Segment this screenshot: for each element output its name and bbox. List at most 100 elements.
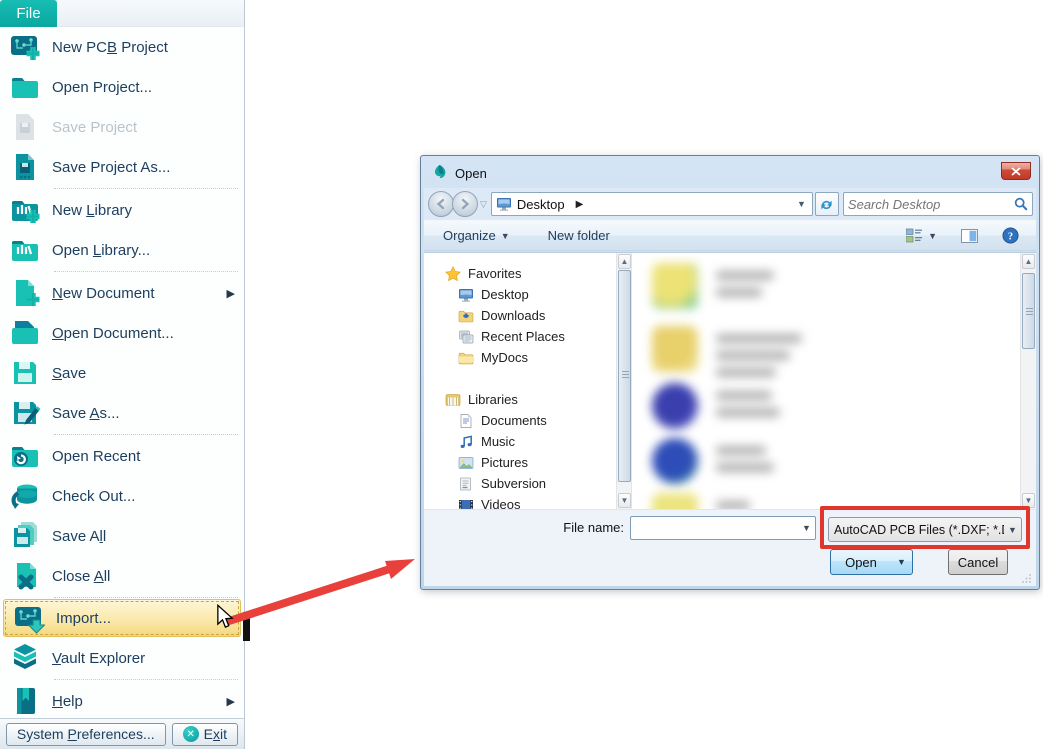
sidebar-item-pictures[interactable]: Pictures	[424, 452, 616, 473]
menu-item-new-library[interactable]: New Library	[0, 190, 244, 230]
save-project-as-icon	[8, 150, 42, 184]
menu-item-label: Open Recent	[52, 447, 141, 465]
file-list-item-blurred[interactable]	[652, 326, 802, 385]
file-name-label: File name:	[563, 520, 624, 535]
menu-item-save-as[interactable]: Save As...	[0, 393, 244, 433]
scroll-down-icon[interactable]: ▼	[618, 493, 631, 508]
help-button[interactable]: ?	[995, 224, 1026, 247]
menu-item-open-project[interactable]: Open Project...	[0, 67, 244, 107]
file-type-dropdown-icon[interactable]: ▼	[1004, 518, 1021, 541]
file-list-item-blurred[interactable]	[652, 263, 774, 309]
sidebar-item-desktop[interactable]: Desktop	[424, 284, 616, 305]
menu-item-save-project: Save Project	[0, 107, 244, 147]
address-dropdown-icon[interactable]: ▼	[797, 199, 808, 209]
cancel-button[interactable]: Cancel	[948, 549, 1008, 575]
preview-pane-button[interactable]	[954, 226, 985, 246]
address-bar[interactable]: Desktop ▶ ▼	[490, 192, 813, 216]
file-name-combo[interactable]: ▼	[630, 516, 816, 540]
refresh-button[interactable]	[814, 192, 839, 216]
scroll-down-icon[interactable]: ▼	[1022, 493, 1035, 508]
search-input[interactable]	[847, 196, 1014, 212]
file-list-scrollbar[interactable]: ▲ ▼	[1020, 253, 1036, 509]
file-name-dropdown-icon[interactable]: ▼	[798, 517, 815, 539]
file-type-value: AutoCAD PCB Files (*.DXF; *.DV	[834, 522, 1004, 537]
menu-item-open-document[interactable]: Open Document...	[0, 313, 244, 353]
menu-item-new-pcb-project[interactable]: New PCB Project	[0, 27, 244, 67]
file-list[interactable]	[632, 253, 1020, 509]
file-name-input[interactable]	[631, 520, 798, 536]
forward-button[interactable]	[452, 191, 478, 217]
dialog-title-bar[interactable]: Open	[424, 159, 1036, 188]
exit-button[interactable]: ✕ Exit	[171, 722, 238, 746]
address-location[interactable]: Desktop	[517, 197, 565, 212]
sidebar-item-documents[interactable]: Documents	[424, 410, 616, 431]
menu-item-help[interactable]: Help ▶	[0, 681, 244, 718]
search-icon[interactable]	[1014, 197, 1028, 211]
menu-item-label: Save As...	[52, 404, 120, 422]
downloads-icon	[458, 308, 474, 324]
check-out-icon	[8, 479, 42, 513]
menu-item-label: Save	[52, 364, 87, 382]
organize-caret-icon: ▼	[500, 230, 510, 241]
scrollbar-thumb[interactable]	[1022, 273, 1035, 349]
back-button[interactable]	[428, 191, 454, 217]
menu-item-save-project-as[interactable]: Save Project As...	[0, 147, 244, 187]
menu-item-new-document[interactable]: New Document ▶	[0, 273, 244, 313]
sidebar-item-label: Favorites	[468, 266, 522, 281]
resize-grip[interactable]	[1022, 573, 1032, 583]
menu-item-close-all[interactable]: Close All	[0, 556, 244, 596]
libraries-icon	[445, 392, 461, 408]
menu-item-vault-explorer[interactable]: Vault Explorer	[0, 638, 244, 678]
menu-item-save-all[interactable]: Save All	[0, 516, 244, 556]
system-preferences-button[interactable]: System Preferences...	[5, 722, 166, 746]
menu-item-open-library[interactable]: Open Library...	[0, 230, 244, 270]
menu-item-label: New Document	[52, 284, 155, 302]
recent-pages-chevron-icon[interactable]: ▽	[480, 199, 487, 210]
sidebar-item-label: Documents	[481, 413, 547, 428]
sidebar-item-music[interactable]: Music	[424, 431, 616, 452]
sidebar-item-videos[interactable]: Videos	[424, 494, 616, 509]
organize-button[interactable]: Organize ▼	[436, 225, 517, 246]
sidebar-item-mydocs[interactable]: MyDocs	[424, 347, 616, 368]
videos-icon	[458, 497, 474, 509]
sidebar-item-favorites[interactable]: Favorites	[424, 263, 616, 284]
sidebar-item-libraries[interactable]: Libraries	[424, 389, 616, 410]
new-folder-button[interactable]: New folder	[541, 225, 617, 246]
sidebar-scrollbar[interactable]: ▲ ▼	[616, 253, 632, 509]
sidebar-item-recent-places[interactable]: Recent Places	[424, 326, 616, 347]
recent-places-icon	[458, 329, 474, 345]
vault-explorer-icon	[8, 641, 42, 675]
file-icon-blurred	[652, 383, 698, 429]
menu-item-open-recent[interactable]: Open Recent	[0, 436, 244, 476]
dialog-toolbar: Organize ▼ New folder ▼ ?	[424, 220, 1036, 251]
close-button[interactable]	[1001, 162, 1031, 180]
file-type-combo[interactable]: AutoCAD PCB Files (*.DXF; *.DV ▼	[828, 517, 1022, 542]
file-list-item-blurred[interactable]	[652, 383, 780, 429]
menu-item-label: Import...	[56, 609, 112, 627]
file-menu-footer: System Preferences... ✕ Exit	[0, 718, 245, 749]
scroll-up-icon[interactable]: ▲	[618, 254, 631, 269]
file-menu-tab[interactable]: File	[0, 0, 57, 27]
search-box[interactable]	[842, 192, 1033, 216]
sidebar-item-label: Pictures	[481, 455, 528, 470]
menu-item-save[interactable]: Save	[0, 353, 244, 393]
file-list-item-blurred[interactable]	[652, 493, 750, 509]
menu-item-check-out[interactable]: Check Out...	[0, 476, 244, 516]
sidebar-item-subversion[interactable]: Subversion	[424, 473, 616, 494]
change-view-button[interactable]: ▼	[899, 225, 944, 246]
file-label-blurred	[716, 326, 802, 385]
breadcrumb-arrow-icon[interactable]: ▶	[576, 199, 584, 210]
dialog-title: Open	[455, 166, 487, 181]
file-menu: File New PCB Project Open Project... Save …	[0, 0, 245, 749]
desktop-icon	[458, 287, 474, 303]
file-list-item-blurred[interactable]	[652, 438, 774, 484]
menu-item-import[interactable]: Import...	[3, 599, 241, 637]
open-split-dropdown[interactable]: ▼	[891, 549, 913, 575]
scroll-up-icon[interactable]: ▲	[1022, 254, 1035, 269]
open-button[interactable]: Open	[830, 549, 892, 575]
svg-text:?: ?	[1008, 231, 1013, 242]
scrollbar-thumb[interactable]	[618, 270, 631, 482]
dialog-footer: File name: ▼ AutoCAD PCB Files (*.DXF; *…	[424, 506, 1036, 586]
open-recent-icon	[8, 439, 42, 473]
sidebar-item-downloads[interactable]: Downloads	[424, 305, 616, 326]
